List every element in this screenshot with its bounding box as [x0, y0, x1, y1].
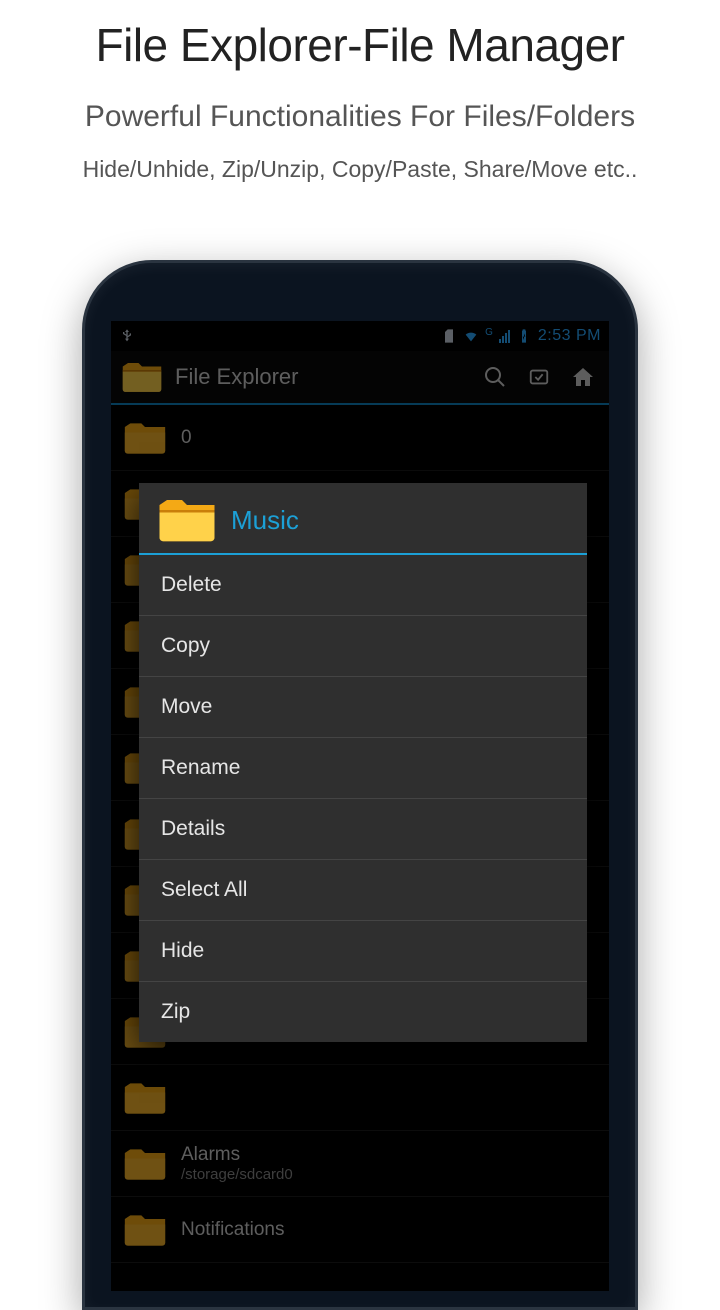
menu-item-hide[interactable]: Hide — [139, 921, 587, 982]
context-menu: Music Delete Copy Move Rename Details Se… — [139, 483, 587, 1042]
menu-item-rename[interactable]: Rename — [139, 738, 587, 799]
menu-item-details[interactable]: Details — [139, 799, 587, 860]
menu-item-delete[interactable]: Delete — [139, 555, 587, 616]
promo-subtitle: Powerful Functionalities For Files/Folde… — [0, 100, 720, 134]
context-menu-header: Music — [139, 483, 587, 555]
menu-item-copy[interactable]: Copy — [139, 616, 587, 677]
screen: G 2:53 PM Fil — [111, 321, 609, 1291]
promo-title: File Explorer-File Manager — [0, 18, 720, 72]
device-frame: G 2:53 PM Fil — [82, 260, 638, 1310]
context-menu-title: Music — [231, 505, 299, 536]
menu-item-zip[interactable]: Zip — [139, 982, 587, 1042]
folder-icon — [157, 497, 217, 543]
menu-item-move[interactable]: Move — [139, 677, 587, 738]
promo-features: Hide/Unhide, Zip/Unzip, Copy/Paste, Shar… — [0, 156, 720, 183]
menu-item-select-all[interactable]: Select All — [139, 860, 587, 921]
